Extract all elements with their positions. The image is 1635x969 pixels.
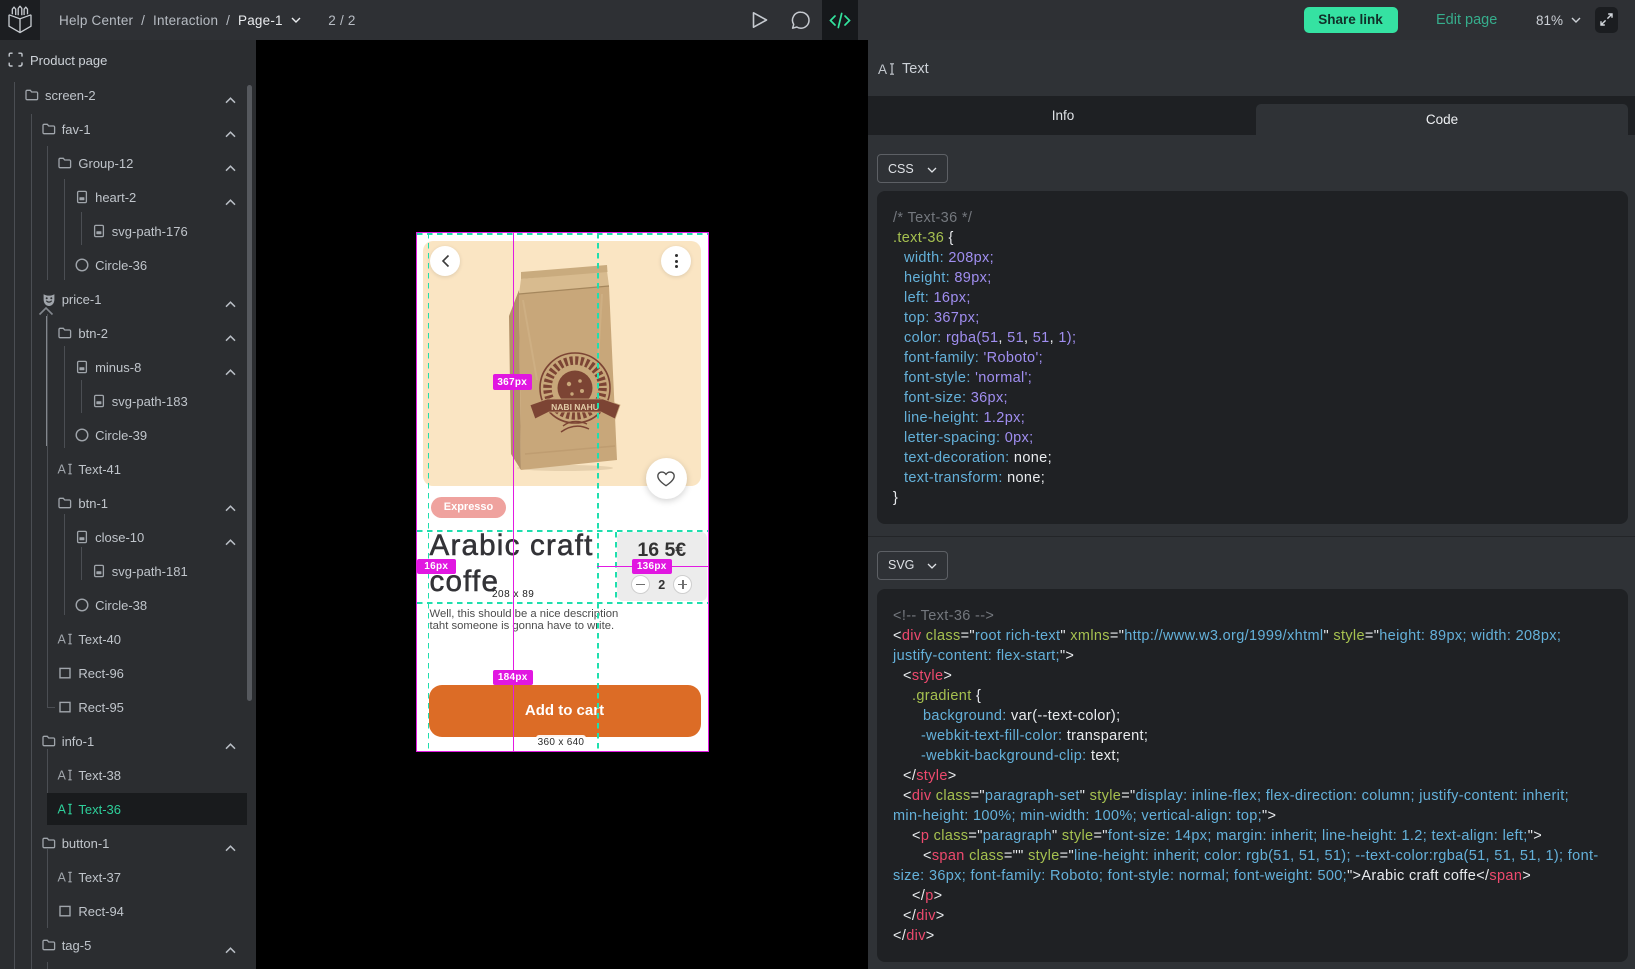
svg-text:A: A xyxy=(58,870,67,884)
svg-text:A: A xyxy=(878,62,887,77)
svg-text:A: A xyxy=(58,462,67,476)
svg-text:A: A xyxy=(58,768,67,782)
svg-text:A: A xyxy=(58,802,67,816)
svg-text:NABI NAHU: NABI NAHU xyxy=(551,402,599,412)
svg-text:A: A xyxy=(58,632,67,646)
